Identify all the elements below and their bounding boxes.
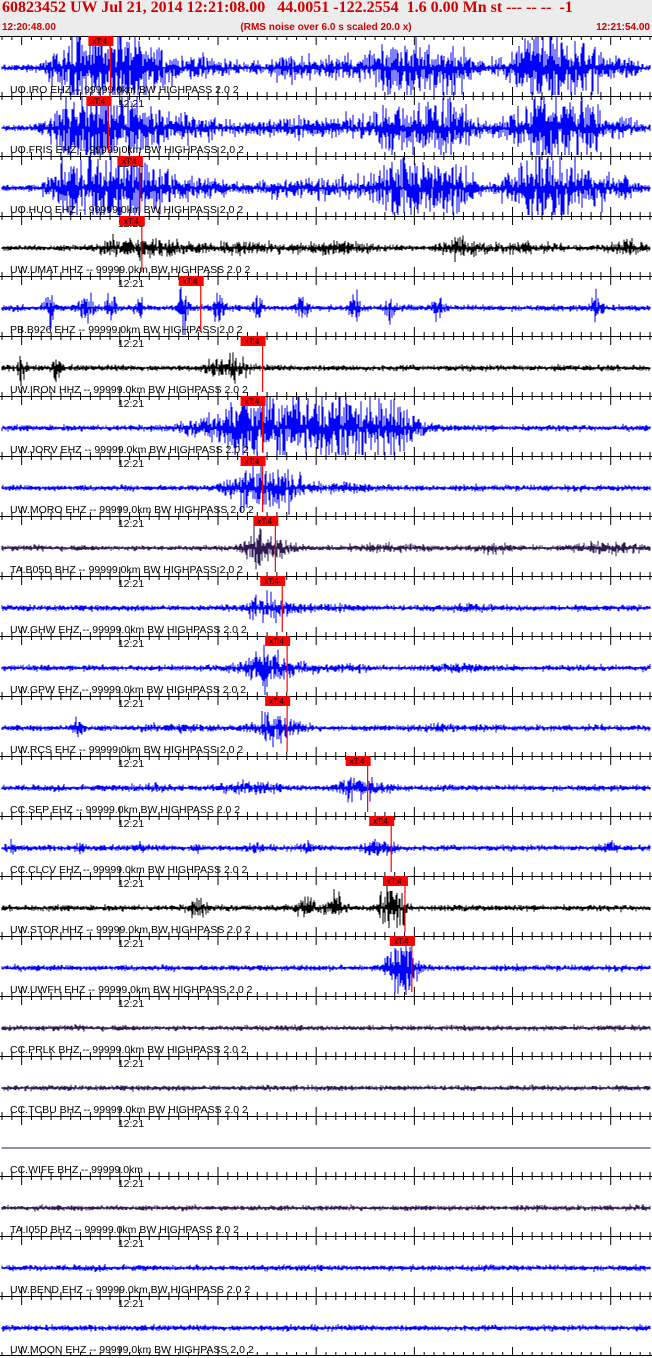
pick-label: xT:4	[387, 877, 402, 886]
trace-label: UW.JORV EHZ -- 99999.0km BW HIGHPASS 2.0…	[10, 444, 249, 456]
minute-label: 12:21	[118, 998, 144, 1010]
trace-label: UW.IRON HHZ -- 99999.0km BW HIGHPASS 2.0…	[10, 384, 248, 396]
minute-label: 12:21	[118, 878, 144, 890]
trace-label: UO.HUO EHZ -- 99999.0km BW HIGHPASS 2.0 …	[10, 204, 243, 216]
waveform	[1, 590, 651, 624]
end-time: 12:21:54.00	[596, 22, 650, 33]
trace-label: UW.BEND EHZ -- 99999.0km BW HIGHPASS 2.0…	[10, 1284, 250, 1296]
minute-label: 12:21	[118, 458, 144, 470]
waveform	[1, 777, 651, 803]
minute-label: 12:21	[118, 578, 144, 590]
pick-label: xT:4	[373, 817, 388, 826]
waveform	[1, 1323, 651, 1332]
minute-label: 12:21	[118, 518, 144, 530]
seismogram-plot: UO.IRO EHZ -- 99999.0km BW HIGHPASS 2.0 …	[0, 36, 652, 1356]
trace-label: CC.CLCV EHZ -- 99999.0km BW HIGHPASS 2.0…	[10, 864, 247, 876]
pick-label: xT:4	[124, 217, 139, 226]
minute-label: 12:21	[118, 1058, 144, 1070]
minute-label: 12:21	[118, 338, 144, 350]
minute-label: 12:21	[118, 278, 144, 290]
trace-label: PB.B926 EHZ -- 99999.0km BW HIGHPASS 2.0…	[10, 324, 243, 336]
pick-label: xT:4	[90, 97, 105, 106]
waveform	[1, 352, 651, 387]
waveform	[1, 838, 651, 856]
minute-label: 12:21	[118, 1298, 144, 1310]
pick-label: xT:4	[394, 937, 409, 946]
waveform	[1, 1084, 651, 1092]
trace-label: CC.PRLK BHZ -- 99999.0km BW HIGHPASS 2.0…	[10, 1044, 247, 1056]
pick-label: xT:4	[264, 577, 279, 586]
minute-label: 12:21	[118, 1178, 144, 1190]
waveform	[1, 1024, 651, 1032]
trace-label: UW.GPW EHZ -- 99999.0km BW HIGHPASS 2.0 …	[10, 684, 246, 696]
trace-label: UO.FRIS EHZ -- 99999.0km BW HIGHPASS 2.0…	[10, 144, 244, 156]
trace-label: UW.MORO EHZ -- 99999.0km BW HIGHPASS 2.0…	[10, 504, 254, 516]
waveform	[1, 233, 651, 262]
minute-label: 12:21	[118, 818, 144, 830]
trace-label: UW.MOON EHZ -- 99999.0km BW HIGHPASS 2.0…	[10, 1344, 254, 1356]
trace-label: UW.GHW EHZ -- 99999.0km BW HIGHPASS 2.0 …	[10, 624, 247, 636]
waveform	[1, 711, 651, 748]
trace-label: UW.UMAT HHZ -- 99999.0km BW HIGHPASS 2.0…	[10, 264, 251, 276]
minute-label: 12:21	[118, 1238, 144, 1250]
waveform	[1, 878, 651, 929]
pick-label: xT:4	[92, 37, 107, 46]
pick-label: xT:4	[245, 337, 260, 346]
trace-label: UO.IRO EHZ -- 99999.0km BW HIGHPASS 2.0 …	[10, 84, 239, 96]
event-title: 60823452 UW Jul 21, 2014 12:21:08.00 44.…	[2, 0, 573, 16]
trace-label: CC.WIFE BHZ -- 99999.0km	[10, 1164, 143, 1176]
waveform	[1, 525, 651, 570]
minute-label: 12:21	[118, 938, 144, 950]
event-header: 60823452 UW Jul 21, 2014 12:21:08.00 44.…	[0, 0, 652, 36]
trace-label: CC.TCBU BHZ -- 99999.0km BW HIGHPASS 2.0…	[10, 1104, 248, 1116]
pick-label: xT:4	[183, 277, 198, 286]
waveform	[1, 1264, 651, 1273]
pick-label: xT:4	[257, 517, 272, 526]
pick-label: xT:4	[245, 397, 260, 406]
minute-label: 12:21	[118, 758, 144, 770]
minute-label: 12:21	[118, 638, 144, 650]
pick-label: xT:4	[122, 157, 137, 166]
trace-label: TA.I05D BHZ -- 99999.0km BW HIGHPASS 2.0…	[10, 1224, 239, 1236]
minute-label: 12:21	[118, 398, 144, 410]
rms-noise-note: (RMS noise over 6.0 s scaled 20.0 x)	[240, 22, 412, 33]
trace-label: UW.STOR HHZ -- 99999.0km BW HIGHPASS 2.0…	[10, 924, 251, 936]
minute-label: 12:21	[118, 1118, 144, 1130]
pick-label: xT:4	[350, 757, 365, 766]
trace-label: CC.SEP EHZ -- 99999.0km BW HIGHPASS 2.0 …	[10, 804, 240, 816]
trace-label: UW.UWFH EHZ -- 99999.0km BW HIGHPASS 2.0…	[10, 984, 253, 996]
pick-label: xT:4	[269, 637, 284, 646]
pick-label: xT:4	[269, 697, 284, 706]
waveform	[1, 1204, 651, 1213]
trace-label: UW.RCS EHZ -- 99999.0km BW HIGHPASS 2.0 …	[10, 744, 243, 756]
pick-label: xT:4	[245, 457, 260, 466]
trace-label: TA.B05D BHZ -- 99999.0km BW HIGHPASS 2.0…	[10, 564, 243, 576]
minute-label: 12:21	[118, 698, 144, 710]
